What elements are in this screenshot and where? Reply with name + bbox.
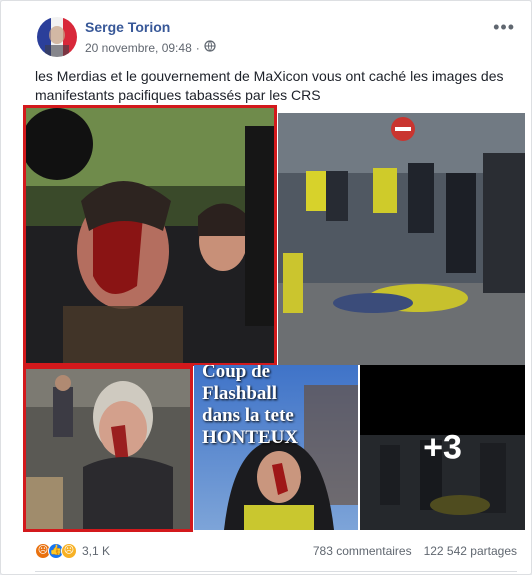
caption-line: dans la tete bbox=[202, 405, 294, 426]
highlight-border-1 bbox=[23, 105, 277, 366]
footer-divider bbox=[35, 571, 517, 572]
highlight-border-2 bbox=[23, 366, 193, 532]
more-photos-count: +3 bbox=[423, 428, 462, 466]
photo-4[interactable]: Coup de Flashball dans la tete HONTEUX bbox=[194, 365, 358, 530]
timestamp[interactable]: 20 novembre, 09:48 bbox=[85, 41, 192, 55]
post-card: Serge Torion 20 novembre, 09:48 · ••• le… bbox=[0, 0, 532, 575]
reactions-count[interactable]: 3,1 K bbox=[82, 544, 110, 558]
comments-count[interactable]: 783 commentaires bbox=[313, 544, 412, 558]
globe-icon bbox=[204, 40, 216, 55]
caption-line: Flashball bbox=[202, 383, 277, 404]
post-header: Serge Torion 20 novembre, 09:48 · ••• bbox=[35, 15, 521, 59]
engagement-stats: 783 commentaires 122 542 partages bbox=[313, 544, 517, 558]
more-options-button[interactable]: ••• bbox=[493, 17, 515, 38]
avatar[interactable] bbox=[37, 17, 77, 57]
dot-separator: · bbox=[195, 40, 200, 55]
photo-5-more[interactable]: +3 bbox=[360, 365, 525, 530]
post-text: les Merdias et le gouvernement de MaXico… bbox=[35, 68, 504, 103]
caption-line: HONTEUX bbox=[202, 427, 299, 448]
caption-line: Coup de bbox=[202, 365, 271, 382]
reaction-summary[interactable]: ☹ 👍 ☹ bbox=[35, 543, 77, 559]
author-name[interactable]: Serge Torion bbox=[85, 19, 170, 35]
image-caption: Coup de Flashball dans la tete HONTEUX bbox=[202, 365, 299, 449]
post-meta: 20 novembre, 09:48 · bbox=[85, 40, 216, 55]
photo-2[interactable] bbox=[278, 113, 525, 365]
shares-count[interactable]: 122 542 partages bbox=[424, 544, 517, 558]
post-footer: ☹ 👍 ☹ 3,1 K 783 commentaires 122 542 par… bbox=[35, 535, 517, 567]
sad-icon: ☹ bbox=[61, 543, 77, 559]
